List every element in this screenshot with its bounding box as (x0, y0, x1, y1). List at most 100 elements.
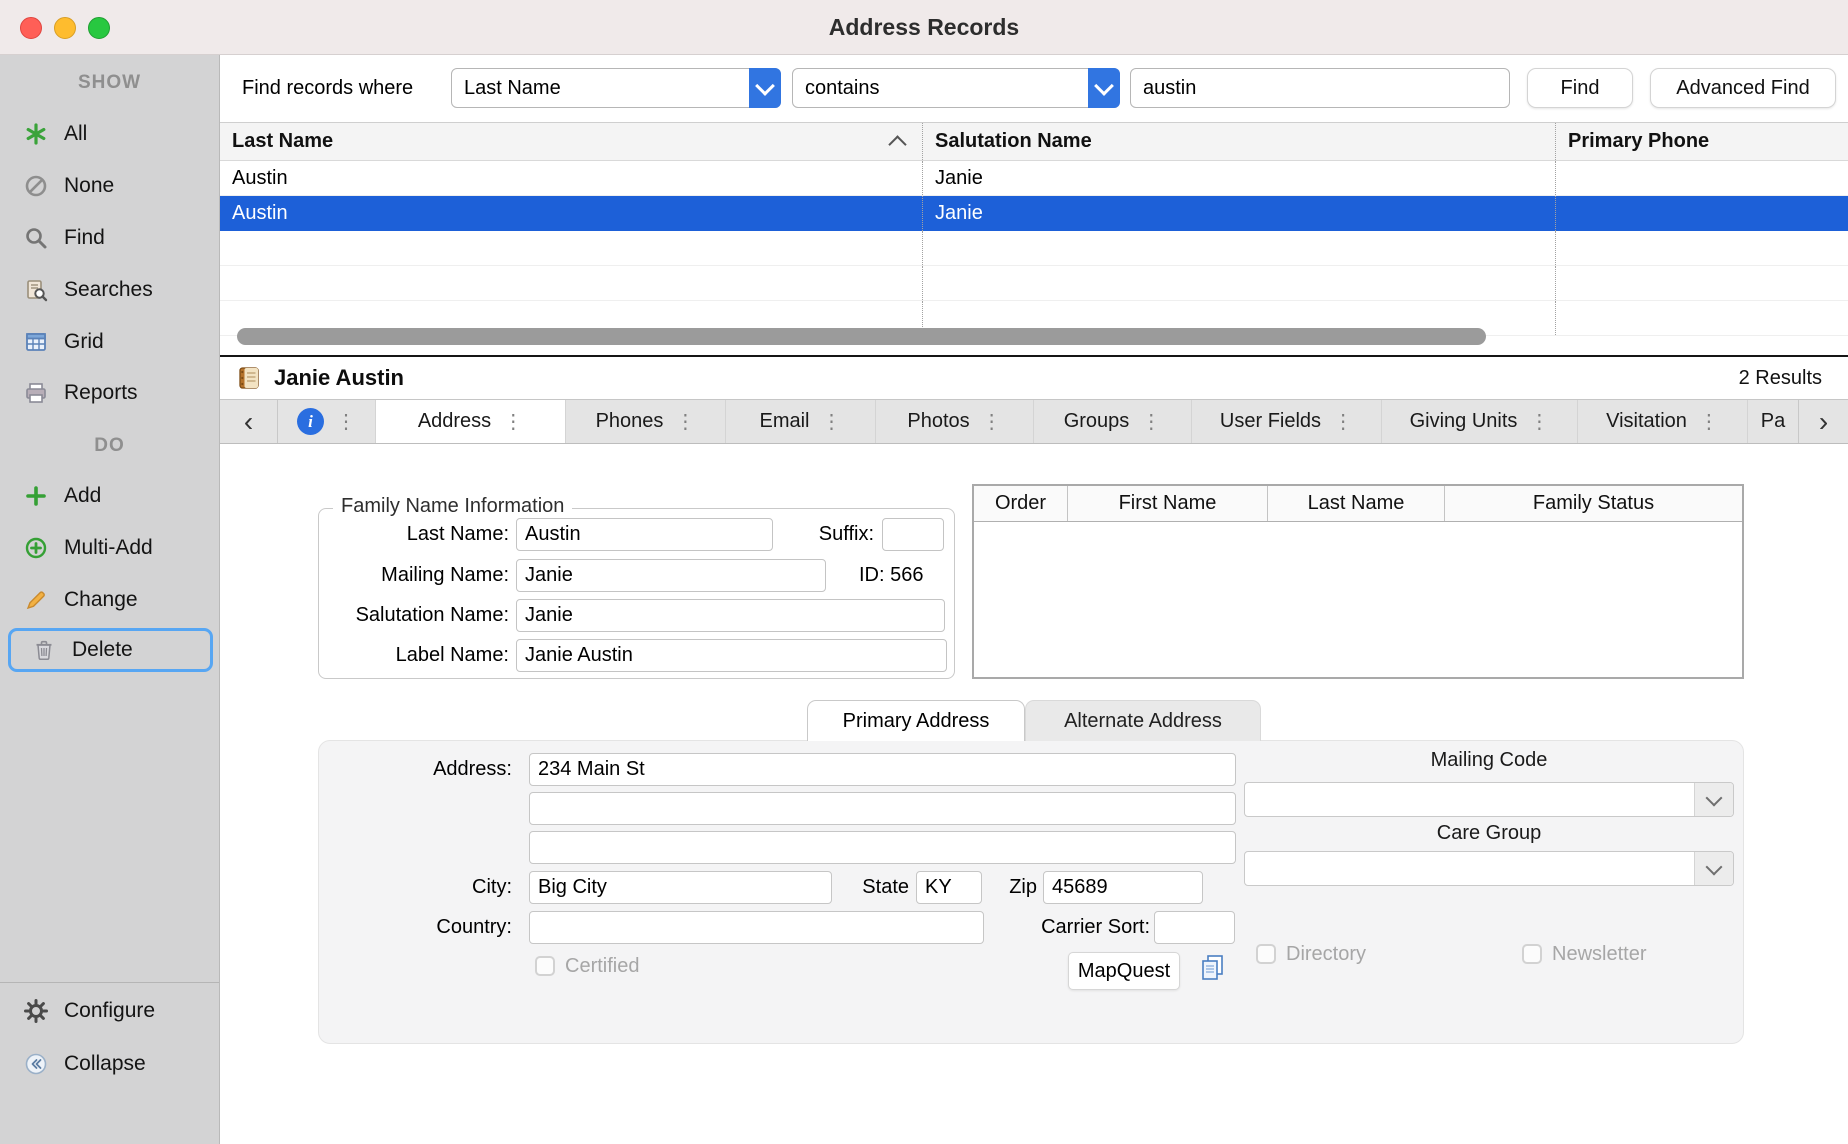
tab-menu-dots-icon[interactable]: ⋮ (1141, 409, 1161, 434)
tab-menu-dots-icon[interactable]: ⋮ (1699, 409, 1719, 434)
care-group-select[interactable] (1244, 851, 1734, 886)
cell-empty (923, 266, 1556, 300)
tab-phones[interactable]: Phones ⋮ (566, 400, 726, 443)
tab-menu-dots-icon[interactable]: ⋮ (675, 409, 695, 434)
column-header-primary-phone[interactable]: Primary Phone (1556, 123, 1848, 160)
tab-menu-dots-icon[interactable]: ⋮ (1529, 409, 1549, 434)
main-area: Find records where Last Name contains Fi… (220, 55, 1848, 1144)
cell-empty (1556, 231, 1848, 265)
info-icon: i (297, 408, 324, 435)
sidebar-item-find[interactable]: Find (0, 216, 219, 260)
tab-user-fields[interactable]: User Fields ⋮ (1192, 400, 1382, 443)
advanced-find-button[interactable]: Advanced Find (1650, 68, 1836, 108)
address-label: Address: (319, 753, 512, 786)
app-body: SHOW All None Find (0, 55, 1848, 1144)
label-name-field[interactable] (516, 639, 947, 672)
record-header: Janie Austin 2 Results (220, 355, 1848, 399)
sidebar-item-reports[interactable]: Reports (0, 371, 219, 415)
asterisk-icon (22, 122, 50, 146)
saved-search-icon (22, 278, 50, 302)
sidebar-item-all[interactable]: All (0, 112, 219, 156)
tab-alternate-address[interactable]: Alternate Address (1025, 700, 1261, 741)
column-header-family-status[interactable]: Family Status (1445, 486, 1742, 521)
column-label: Salutation Name (935, 130, 1092, 153)
horizontal-scrollbar[interactable] (237, 328, 1486, 345)
sidebar-item-collapse[interactable]: Collapse (0, 1042, 219, 1086)
table-row[interactable]: Austin Janie (220, 161, 1848, 196)
family-members-table: Order First Name Last Name Family Status (972, 484, 1744, 679)
column-header-last-name[interactable]: Last Name (1268, 486, 1445, 521)
sidebar-item-add[interactable]: Add (0, 474, 219, 518)
record-content: Family Name Information Last Name: Suffi… (220, 444, 1848, 1144)
sidebar-section-show: SHOW (0, 70, 219, 96)
tab-menu-dots-icon[interactable]: ⋮ (336, 409, 356, 434)
search-input[interactable] (1130, 68, 1510, 108)
sidebar-item-searches[interactable]: Searches (0, 268, 219, 312)
sidebar-item-delete[interactable]: Delete (8, 628, 213, 672)
sidebar-section-do: DO (0, 433, 219, 459)
salutation-name-label: Salutation Name: (319, 599, 509, 632)
tab-scroll-right-button[interactable]: › (1798, 400, 1848, 443)
tab-visitation[interactable]: Visitation ⋮ (1578, 400, 1748, 443)
tab-menu-dots-icon[interactable]: ⋮ (982, 409, 1002, 434)
mapquest-button[interactable]: MapQuest (1068, 952, 1180, 990)
tab-giving-units[interactable]: Giving Units ⋮ (1382, 400, 1578, 443)
record-id-text: ID: 566 (859, 559, 954, 592)
certified-checkbox[interactable] (535, 956, 555, 976)
table-row-selected[interactable]: Austin Janie (220, 196, 1848, 231)
last-name-field[interactable] (516, 518, 773, 551)
sidebar-item-multi-add[interactable]: Multi-Add (0, 526, 219, 570)
tab-primary-address[interactable]: Primary Address (807, 700, 1025, 741)
tab-partial[interactable]: Pa (1748, 400, 1798, 443)
address-line2-field[interactable] (529, 792, 1236, 825)
zip-field[interactable] (1043, 871, 1203, 904)
table-row-empty[interactable] (220, 231, 1848, 266)
cell-primary-phone (1556, 161, 1848, 195)
state-field[interactable] (916, 871, 982, 904)
newsletter-checkbox[interactable] (1522, 944, 1542, 964)
suffix-field[interactable] (882, 518, 944, 551)
directory-label: Directory (1286, 943, 1366, 965)
copy-icon[interactable] (1199, 953, 1227, 988)
tab-menu-dots-icon[interactable]: ⋮ (503, 409, 523, 434)
column-header-salutation-name[interactable]: Salutation Name (923, 123, 1556, 160)
sidebar-item-label: Add (64, 484, 101, 508)
mailing-code-select[interactable] (1244, 782, 1734, 817)
grid-icon (22, 330, 50, 354)
tab-info[interactable]: i ⋮ (278, 400, 376, 443)
tab-groups[interactable]: Groups ⋮ (1034, 400, 1192, 443)
country-field[interactable] (529, 911, 984, 944)
column-header-last-name[interactable]: Last Name (220, 123, 923, 160)
mailing-code-label: Mailing Code (1244, 747, 1734, 773)
tab-photos[interactable]: Photos ⋮ (876, 400, 1034, 443)
address-line3-field[interactable] (529, 831, 1236, 864)
sidebar-item-none[interactable]: None (0, 164, 219, 208)
address-line1-field[interactable] (529, 753, 1236, 786)
title-bar: Address Records (0, 0, 1848, 55)
window-title: Address Records (0, 0, 1848, 54)
sidebar-item-change[interactable]: Change (0, 578, 219, 622)
directory-checkbox[interactable] (1256, 944, 1276, 964)
field-select[interactable]: Last Name (451, 68, 781, 108)
find-button[interactable]: Find (1527, 68, 1633, 108)
tab-email[interactable]: Email ⋮ (726, 400, 876, 443)
salutation-name-field[interactable] (516, 599, 945, 632)
sidebar-item-grid[interactable]: Grid (0, 320, 219, 364)
state-label: State (839, 871, 909, 904)
tab-label: Groups (1064, 410, 1130, 433)
mailing-name-field[interactable] (516, 559, 826, 592)
operator-select[interactable]: contains (792, 68, 1120, 108)
sidebar-item-label: Searches (64, 278, 153, 302)
carrier-sort-field[interactable] (1154, 911, 1235, 944)
tab-menu-dots-icon[interactable]: ⋮ (822, 409, 842, 434)
find-records-where-label: Find records where (242, 55, 413, 122)
city-field[interactable] (529, 871, 832, 904)
sidebar-item-configure[interactable]: Configure (0, 989, 219, 1033)
tab-scroll-left-button[interactable]: ‹ (220, 400, 278, 443)
table-row-empty[interactable] (220, 266, 1848, 301)
tab-address[interactable]: Address ⋮ (376, 400, 566, 443)
column-header-order[interactable]: Order (974, 486, 1068, 521)
sidebar-item-label: Collapse (64, 1052, 146, 1076)
column-header-first-name[interactable]: First Name (1068, 486, 1268, 521)
tab-menu-dots-icon[interactable]: ⋮ (1333, 409, 1353, 434)
